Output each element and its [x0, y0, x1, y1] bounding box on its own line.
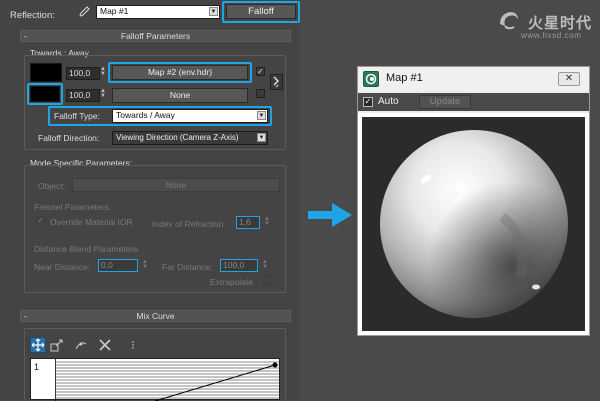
near-spinner[interactable]: ▲ ▼	[142, 259, 148, 270]
override-ior-checkbox[interactable]: ✓	[36, 216, 45, 225]
delete-point-icon[interactable]	[98, 338, 112, 352]
collapse-icon: -	[24, 31, 27, 41]
far-distance-field[interactable]: 100,0	[220, 259, 258, 272]
chevron-down-icon: ▼	[257, 133, 266, 142]
falloff-direction-label: Falloff Direction:	[38, 133, 100, 143]
reflection-label: Reflection:	[10, 10, 55, 21]
far-distance-label: Far Distance:	[162, 262, 213, 272]
falloff-parameters-title: Falloff Parameters	[120, 31, 191, 41]
eyedropper-icon[interactable]	[77, 5, 91, 19]
sphere-render	[380, 130, 568, 318]
near-distance-label: Near Distance:	[34, 262, 91, 272]
mix-curve-rollout[interactable]: - Mix Curve	[20, 310, 291, 322]
close-icon[interactable]: ✕	[558, 72, 580, 86]
collapse-icon: -	[24, 311, 27, 321]
object-label: Object:	[38, 181, 65, 191]
falloff-button-label: Falloff	[248, 6, 274, 17]
override-ior-label: Override Material IOR	[50, 217, 133, 227]
map2-button[interactable]: Map #2 (env.hdr)	[112, 65, 248, 80]
add-point-icon[interactable]	[74, 338, 88, 352]
update-button[interactable]: Update	[419, 95, 471, 109]
scale-point-icon[interactable]	[50, 338, 64, 352]
move-point-icon[interactable]	[30, 337, 46, 353]
falloff-type-label: Falloff Type:	[54, 111, 100, 121]
auto-checkbox[interactable]: ✓	[363, 97, 373, 107]
ior-field[interactable]: 1,6	[236, 216, 260, 229]
falloff-direction-value: Viewing Direction (Camera Z-Axis)	[116, 133, 239, 142]
sphere-preview	[362, 117, 585, 331]
logo-text: 火星时代	[528, 15, 593, 32]
map-preview-window: Map #1 ✕ ✓ Auto Update	[357, 66, 590, 336]
map-window-toolbar: ✓ Auto Update	[358, 93, 589, 111]
falloff-type-value: Towards / Away	[116, 110, 175, 120]
percent-field-2[interactable]: 100,0	[66, 89, 100, 102]
mix-curve-title: Mix Curve	[136, 311, 175, 321]
swap-icon[interactable]	[270, 74, 283, 90]
map-app-icon	[363, 71, 379, 87]
map1-enable-checkbox[interactable]: ✓	[256, 67, 265, 76]
far-spinner[interactable]: ▲ ▼	[262, 259, 268, 270]
map2-enable-checkbox[interactable]	[256, 89, 265, 98]
map-select[interactable]: Map #1 ▼	[96, 5, 220, 19]
extrapolate-label: Extrapolate	[210, 277, 253, 287]
map-window-title: Map #1	[386, 72, 423, 84]
falloff-parameters-rollout[interactable]: - Falloff Parameters	[20, 30, 291, 42]
spinner-1[interactable]: ▲ ▼	[100, 66, 106, 77]
logo-mark-icon	[500, 12, 518, 30]
curve-plot	[55, 359, 279, 401]
arrow-right-icon	[308, 203, 352, 227]
color-swatch-2[interactable]	[30, 86, 60, 102]
logo-url: www.hxsd.com	[521, 31, 582, 40]
map-select-value: Map #1	[100, 6, 129, 16]
map-none-button[interactable]: None	[112, 88, 248, 103]
map-window-titlebar[interactable]: Map #1 ✕	[358, 67, 589, 91]
auto-label: Auto	[378, 96, 399, 107]
extrapolate-checkbox[interactable]	[263, 276, 272, 285]
ior-label: Index of Refraction	[152, 219, 224, 229]
chevron-down-icon: ▼	[257, 111, 266, 120]
curve-y-label: 1	[34, 362, 40, 372]
percent-field-1[interactable]: 100,0	[66, 67, 100, 80]
distance-blend-label: Distance Blend Parameters:	[34, 244, 140, 254]
curve-graph[interactable]: 1	[30, 358, 280, 401]
preview-frame	[358, 113, 589, 335]
reset-curve-icon[interactable]	[126, 338, 140, 352]
chevron-down-icon: ▼	[209, 7, 218, 16]
falloff-type-select[interactable]: Towards / Away ▼	[112, 109, 268, 123]
color-swatch-1[interactable]	[30, 63, 62, 82]
object-none-button[interactable]: None	[72, 178, 280, 192]
ior-spinner[interactable]: ▲ ▼	[264, 216, 270, 227]
near-distance-field[interactable]: 0,0	[98, 259, 138, 272]
fresnel-label: Fresnel Parameters:	[34, 202, 111, 212]
falloff-button[interactable]: Falloff	[226, 4, 296, 19]
falloff-direction-select[interactable]: Viewing Direction (Camera Z-Axis) ▼	[112, 131, 268, 145]
material-editor-panel: Reflection: Map #1 ▼ Falloff - Falloff P…	[0, 0, 300, 401]
spinner-2[interactable]: ▲ ▼	[100, 88, 106, 99]
